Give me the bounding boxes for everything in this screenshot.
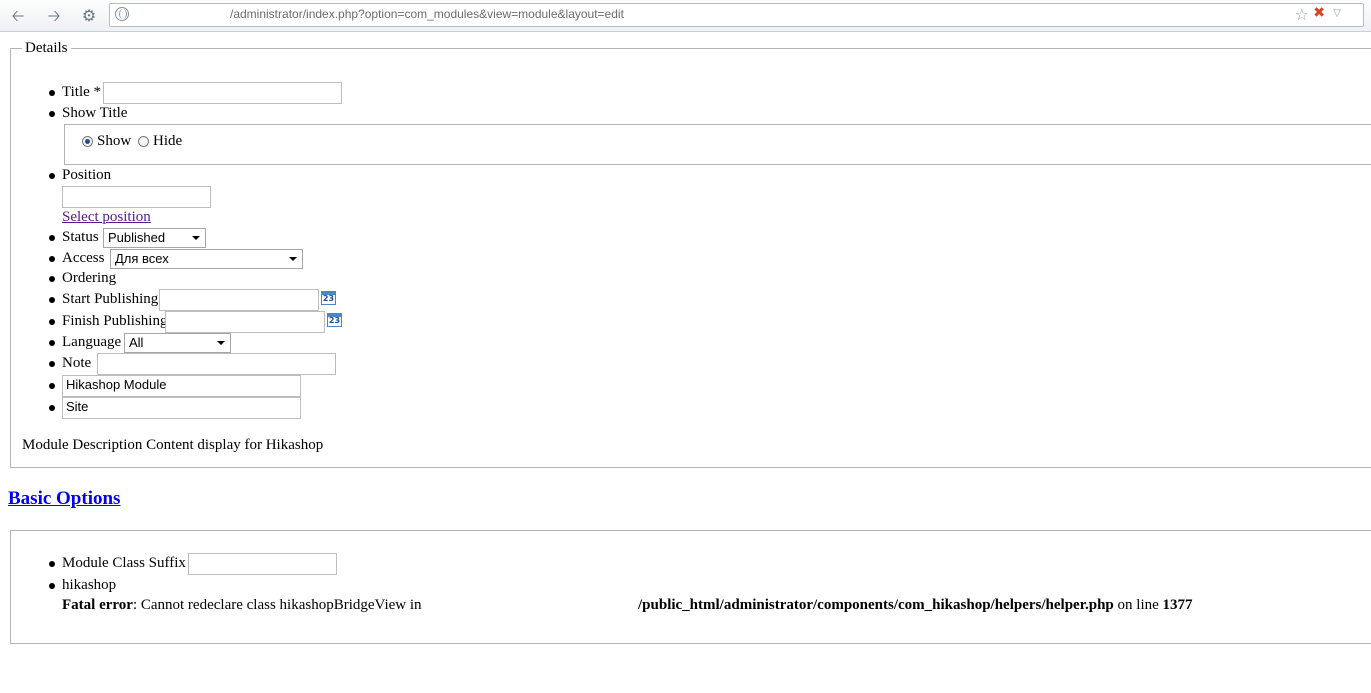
finish-publishing-label: Finish Publishing xyxy=(62,313,168,329)
client-input[interactable]: Site xyxy=(62,397,301,419)
list-bullet xyxy=(49,173,55,179)
show-title-fieldset xyxy=(64,124,1371,165)
extensions-icon[interactable]: ⚙ xyxy=(79,6,99,26)
chevron-down-icon xyxy=(289,257,297,261)
globe-icon xyxy=(115,7,129,21)
select-position-link[interactable]: Select position xyxy=(62,209,151,226)
title-label: Title * xyxy=(62,84,102,100)
module-description: Module Description Content display for H… xyxy=(22,437,324,453)
position-label: Position xyxy=(62,167,112,183)
list-bullet xyxy=(49,235,55,241)
list-bullet xyxy=(49,319,55,325)
error-path: /public_html/administrator/components/co… xyxy=(638,597,1114,613)
class-suffix-input[interactable] xyxy=(188,553,337,575)
language-label: Language xyxy=(62,334,122,350)
title-input[interactable] xyxy=(103,82,342,104)
error-location: /public_html/administrator/components/co… xyxy=(638,597,1193,614)
chevron-down-icon xyxy=(217,341,225,345)
chevron-down-icon xyxy=(192,236,200,240)
forward-icon[interactable]: 🡢 xyxy=(44,6,64,26)
stop-icon[interactable]: ✖ xyxy=(1313,5,1325,21)
status-select-value: Published xyxy=(108,230,166,245)
class-suffix-label: Module Class Suffix xyxy=(62,555,186,571)
position-input[interactable] xyxy=(62,186,211,208)
browser-toolbar: 🡠 🡢 ⚙ /administrator/index.php?option=co… xyxy=(0,0,1371,32)
list-bullet xyxy=(49,361,55,367)
list-bullet xyxy=(49,276,55,282)
calendar-icon[interactable]: 23 xyxy=(327,313,342,327)
list-bullet xyxy=(49,297,55,303)
basic-options-fieldset xyxy=(10,530,1371,644)
basic-options-heading[interactable]: Basic Options xyxy=(8,488,120,510)
ordering-label: Ordering xyxy=(62,270,117,286)
access-label: Access xyxy=(62,250,105,266)
language-select[interactable]: All xyxy=(124,333,231,353)
show-radio[interactable] xyxy=(82,136,93,147)
start-publishing-label: Start Publishing xyxy=(62,291,159,307)
back-icon[interactable]: 🡠 xyxy=(8,6,28,26)
show-radio-label[interactable]: Show xyxy=(97,133,131,150)
show-title-label: Show Title xyxy=(62,105,128,121)
star-icon[interactable]: ☆ xyxy=(1295,5,1309,24)
access-select[interactable]: Для всех xyxy=(110,249,303,269)
address-bar[interactable]: /administrator/index.php?option=com_modu… xyxy=(109,3,1364,27)
list-bullet xyxy=(49,583,55,589)
hide-radio[interactable] xyxy=(138,136,149,147)
error-text: : Cannot redeclare class hikashopBridgeV… xyxy=(132,597,422,613)
note-label: Note xyxy=(62,355,92,371)
error-on-line: on line xyxy=(1117,597,1159,613)
list-bullet xyxy=(49,561,55,567)
status-select[interactable]: Published xyxy=(103,228,206,248)
error-line-number: 1377 xyxy=(1162,597,1193,613)
list-bullet xyxy=(49,111,55,117)
hide-radio-label[interactable]: Hide xyxy=(153,133,182,150)
finish-publishing-input[interactable] xyxy=(165,311,325,333)
list-bullet xyxy=(49,405,55,411)
details-legend: Details xyxy=(22,40,71,57)
error-label: Fatal error xyxy=(62,597,133,613)
calendar-icon[interactable]: 23 xyxy=(321,291,336,305)
dropdown-icon[interactable]: ▽ xyxy=(1333,8,1341,19)
hikashop-label: hikashop xyxy=(62,577,117,593)
url-text[interactable]: /administrator/index.php?option=com_modu… xyxy=(230,7,624,21)
note-input[interactable] xyxy=(97,353,336,375)
module-type-input[interactable]: Hikashop Module xyxy=(62,375,301,397)
list-bullet xyxy=(49,90,55,96)
list-bullet xyxy=(49,383,55,389)
start-publishing-input[interactable] xyxy=(159,289,319,311)
language-select-value: All xyxy=(129,335,144,350)
list-bullet xyxy=(49,340,55,346)
list-bullet xyxy=(49,256,55,262)
status-label: Status xyxy=(62,229,99,245)
fatal-error-message: Fatal error: Cannot redeclare class hika… xyxy=(62,597,422,614)
access-select-value: Для всех xyxy=(115,251,169,266)
